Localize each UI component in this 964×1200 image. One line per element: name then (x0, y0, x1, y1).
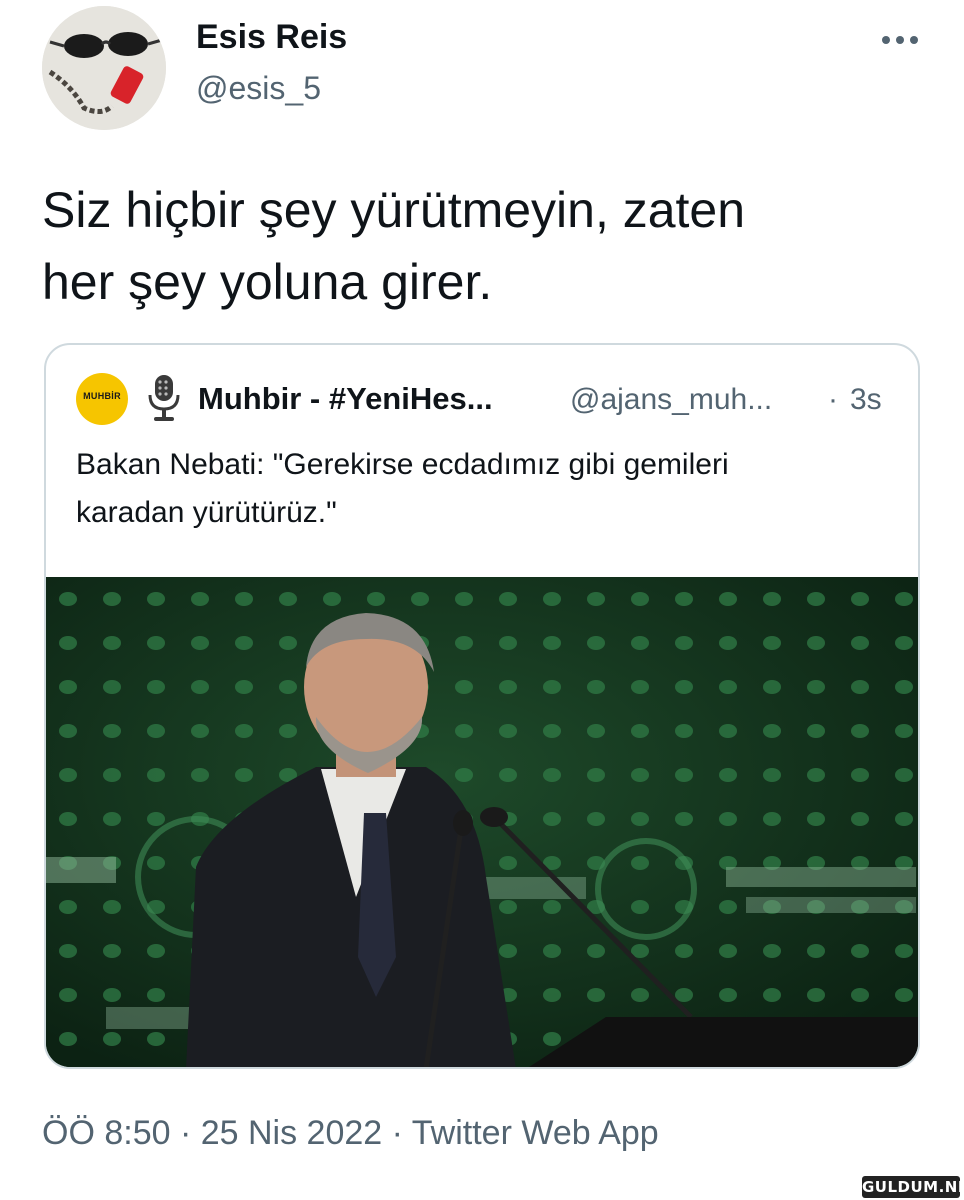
more-options-button[interactable] (872, 20, 928, 60)
more-horizontal-icon (882, 36, 918, 44)
quoted-account-avatar[interactable]: MUHBİR (76, 373, 128, 425)
author-handle[interactable]: @esis_5 (196, 70, 321, 107)
quoted-author-handle[interactable]: @ajans_muh... (570, 383, 772, 417)
tweet-text-line: her şey yoluna girer. (42, 254, 493, 310)
quoted-text-line: Bakan Nebati: "Gerekirse ecdadımız gibi … (76, 448, 729, 481)
microphone-icon (144, 373, 184, 423)
author-name[interactable]: Esis Reis (196, 18, 347, 57)
quoted-media-photo[interactable] (46, 577, 918, 1067)
author-avatar[interactable] (42, 6, 166, 130)
quoted-author-name[interactable]: Muhbir - #YeniHes... (198, 381, 493, 417)
tweet-text: Siz hiçbir şey yürütmeyin, zaten her şey… (42, 174, 922, 318)
quoted-account-logo-text: MUHBİR (83, 391, 121, 401)
avatar-photo-icon (42, 6, 166, 130)
tweet-text-line: Siz hiçbir şey yürütmeyin, zaten (42, 182, 746, 238)
tweet-timestamp-source[interactable]: ÖÖ 8:50 · 25 Nis 2022 · Twitter Web App (42, 1114, 659, 1153)
site-watermark: GULDUM.NET (862, 1176, 964, 1198)
quoted-text-line: karadan yürütürüz." (76, 496, 337, 529)
speaker-at-podium-photo-icon (46, 577, 918, 1067)
quoted-timestamp[interactable]: 3s (850, 383, 882, 417)
quoted-separator: · (828, 383, 838, 416)
quoted-tweet-text: Bakan Nebati: "Gerekirse ecdadımız gibi … (76, 441, 896, 537)
quoted-tweet-card[interactable]: MUHBİR Muhbir - #YeniHes... @ajans_muh..… (44, 343, 920, 1069)
